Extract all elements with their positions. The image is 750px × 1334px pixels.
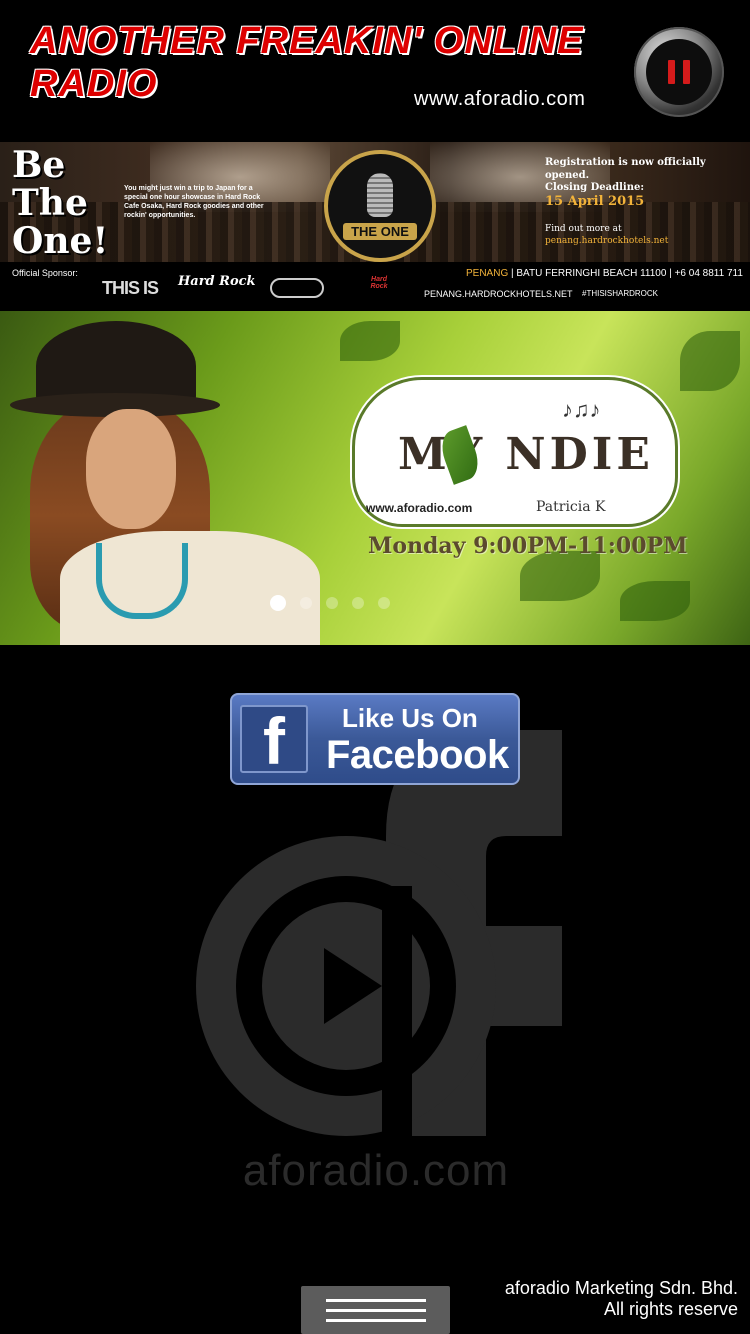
- ad-sponsor-label: Official Sponsor:: [12, 268, 78, 278]
- medallion-label: THE ONE: [343, 222, 417, 240]
- show-url: www.aforadio.com: [366, 501, 473, 515]
- hardrock-logo: Hard Rock: [178, 274, 256, 289]
- hero-slider[interactable]: ♪♫♪ MY NDIE www.aforadio.com Patricia K …: [0, 311, 750, 645]
- facebook-icon: f: [240, 705, 308, 773]
- thisis-logo: THIS IS: [102, 278, 159, 298]
- menu-icon-line: [325, 1318, 426, 1322]
- brand-logo: Another Freakin' Online Radio www.aforad…: [30, 20, 620, 118]
- ad-headline: Be The One!: [12, 144, 109, 262]
- slider-dot[interactable]: [270, 595, 286, 611]
- slider-dot[interactable]: [300, 597, 312, 609]
- slider-dot[interactable]: [352, 597, 364, 609]
- slider-dot[interactable]: [326, 597, 338, 609]
- ad-description: You might just win a trip to Japan for a…: [124, 185, 264, 219]
- footer-copyright: aforadio Marketing Sdn. Bhd. All rights …: [505, 1278, 738, 1320]
- menu-icon-line: [325, 1308, 426, 1312]
- pause-icon: [668, 60, 690, 84]
- slider-dot[interactable]: [378, 597, 390, 609]
- ad-site: PENANG.HARDROCKHOTELS.NET: [424, 289, 573, 299]
- pause-button[interactable]: [634, 27, 724, 117]
- ad-sponsor-strip: Official Sponsor: THIS IS Hard Rock Hard…: [0, 262, 750, 310]
- pause-button-face: [646, 39, 712, 105]
- slider-pagination: [270, 595, 390, 611]
- facebook-like-label: Like Us On: [342, 703, 478, 733]
- app-header: Another Freakin' Online Radio www.aforad…: [0, 0, 750, 140]
- menu-button[interactable]: [301, 1286, 450, 1334]
- ad-social: #THISISHARDROCK: [582, 289, 659, 298]
- microphone-medallion: THE ONE: [324, 150, 436, 262]
- show-host: Patricia K: [536, 499, 606, 515]
- menu-icon-line: [325, 1298, 426, 1302]
- ad-registration: Registration is now officially opened.: [545, 157, 706, 181]
- footer-rights: All rights reserve: [603, 1299, 738, 1319]
- watermark-text: aforadio.com: [242, 1146, 510, 1195]
- microphone-icon: [367, 172, 393, 217]
- ad-banner[interactable]: Be The One! You might just win a trip to…: [0, 142, 750, 310]
- ad-findout: Find out more at: [545, 224, 622, 234]
- facebook-label: Facebook: [326, 733, 509, 777]
- show-time: Monday 9:00PM-11:00PM: [368, 533, 688, 559]
- footer-company: aforadio Marketing Sdn. Bhd.: [504, 1278, 738, 1298]
- facebook-like-button[interactable]: f Like Us On Facebook: [230, 693, 520, 785]
- radio-sponsor-logo: [270, 278, 324, 298]
- ad-location: PENANG | BATU FERRINGHI BEACH 11100 | +6…: [466, 268, 743, 279]
- hardrock-small-logo: Hard Rock: [370, 276, 388, 290]
- music-notes-icon: ♪♫♪: [562, 397, 601, 422]
- brand-url: www.aforadio.com: [414, 88, 586, 110]
- show-title: MY NDIE: [398, 429, 654, 480]
- aforadio-watermark-logo: aforadio.com: [186, 726, 566, 1196]
- ad-findout-url: penang.hardrockhotels.net: [545, 236, 669, 246]
- ad-deadline: 15 April 2015: [545, 194, 645, 209]
- ad-deadline-label: Closing Deadline:: [545, 182, 645, 193]
- play-logo-icon: [196, 730, 562, 1136]
